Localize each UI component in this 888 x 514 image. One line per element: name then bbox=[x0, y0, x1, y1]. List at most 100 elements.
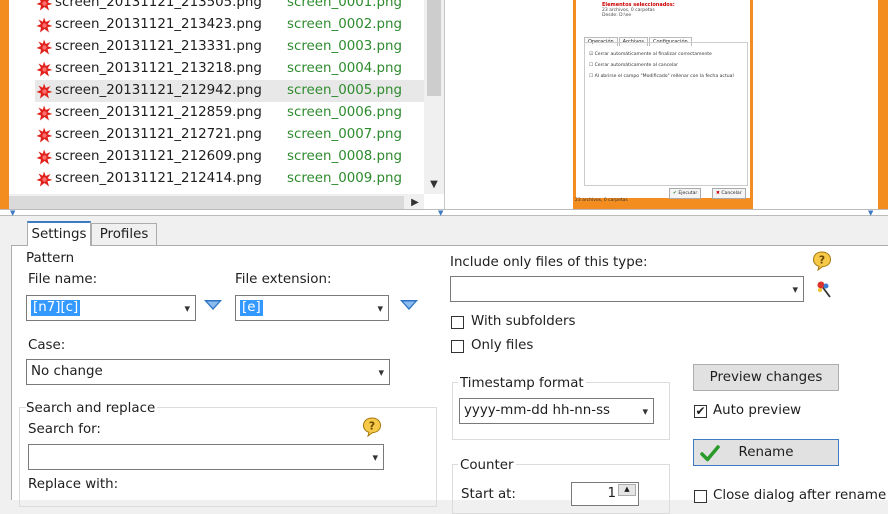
file-type-picker-icon[interactable] bbox=[815, 280, 835, 300]
only-files-checkbox[interactable] bbox=[451, 340, 464, 353]
insert-placeholder-dropdown-icon[interactable] bbox=[398, 298, 420, 312]
file-list-row[interactable]: screen_20131121_212859.png screen_0006.pn… bbox=[9, 102, 424, 124]
original-filename: screen_20131121_212859.png bbox=[35, 102, 278, 124]
new-filename: screen_0001.png bbox=[287, 0, 403, 10]
scroll-down-arrow-icon[interactable]: ▼ bbox=[424, 176, 444, 194]
search-replace-group-label: Search and replace bbox=[26, 401, 158, 416]
png-file-icon bbox=[36, 149, 53, 165]
counter-group-label: Counter bbox=[458, 458, 516, 473]
splitter-grip-icon: ▼ bbox=[438, 209, 444, 217]
chevron-down-icon[interactable]: ▾ bbox=[642, 405, 648, 418]
rename-button[interactable]: Rename bbox=[693, 439, 839, 466]
original-filename: screen_20131121_212942.png bbox=[35, 80, 278, 102]
thumb-ok-button: ✔ Ejecutar bbox=[669, 188, 702, 199]
original-filename: screen_20131121_212414.png bbox=[35, 168, 278, 190]
file-list-row[interactable]: screen_20131121_212721.png screen_0007.pn… bbox=[9, 124, 424, 146]
thumb-cancel-button: ✖ Cancelar bbox=[712, 188, 746, 199]
thumb-content: ☑ Cerrar automáticamente al finalizar co… bbox=[584, 42, 748, 186]
chevron-down-icon[interactable]: ▾ bbox=[792, 283, 798, 296]
file-list-row[interactable]: screen_20131121_213218.png screen_0004.pn… bbox=[9, 58, 424, 80]
original-filename: screen_20131121_213505.png bbox=[35, 0, 278, 14]
timestamp-group-label: Timestamp format bbox=[458, 376, 586, 391]
file-extension-label: File extension: bbox=[235, 272, 332, 287]
timestamp-format-value: yyyy-mm-dd hh-nn-ss bbox=[464, 403, 611, 418]
hscroll-thumb[interactable] bbox=[9, 196, 404, 210]
splitter-grip-icon: ▼ bbox=[10, 209, 16, 217]
file-extension-combobox[interactable]: [e] ▾ bbox=[235, 295, 389, 321]
vertical-scrollbar[interactable]: ▼ bbox=[424, 0, 444, 194]
thumb-line2: Desde: D:\ee bbox=[602, 13, 632, 18]
png-file-icon bbox=[36, 83, 53, 99]
start-at-spinner[interactable]: 1 ▲ bbox=[571, 482, 639, 506]
file-list[interactable]: screen_20131121_213505.png screen_0001.pn… bbox=[9, 0, 445, 212]
only-files-label: Only files bbox=[471, 338, 534, 353]
with-subfolders-label: With subfolders bbox=[471, 314, 576, 329]
file-list-row[interactable]: screen_20131121_212414.png screen_0009.pn… bbox=[9, 168, 424, 190]
file-list-row[interactable]: screen_20131121_213331.png screen_0003.pn… bbox=[9, 36, 424, 58]
thumb-option: ☐ Al abrirse el campo "Modificado" relle… bbox=[589, 74, 734, 79]
chevron-down-icon[interactable]: ▾ bbox=[377, 302, 383, 315]
rename-label: Rename bbox=[738, 445, 794, 460]
close-dialog-label: Close dialog after rename bbox=[713, 488, 887, 503]
start-at-value: 1 bbox=[607, 486, 616, 501]
case-label: Case: bbox=[28, 338, 66, 353]
screenshot-preview-thumbnail: Elementos seleccionados: 23 archivos, 0 … bbox=[573, 0, 753, 210]
with-subfolders-checkbox[interactable] bbox=[451, 316, 464, 329]
thumb-option: ☑ Cerrar automáticamente al finalizar co… bbox=[589, 52, 712, 57]
window-frame-right bbox=[878, 0, 888, 212]
new-filename: screen_0006.png bbox=[287, 105, 403, 120]
help-icon[interactable]: ? bbox=[812, 251, 832, 271]
chevron-down-icon[interactable]: ▾ bbox=[184, 302, 190, 315]
new-filename: screen_0007.png bbox=[287, 127, 403, 142]
preview-panel: Elementos seleccionados: 23 archivos, 0 … bbox=[445, 0, 878, 212]
new-filename: screen_0003.png bbox=[287, 39, 403, 54]
chevron-down-icon[interactable]: ▾ bbox=[378, 366, 384, 379]
spin-up-icon[interactable]: ▲ bbox=[618, 484, 636, 496]
file-list-row[interactable]: screen_20131121_213505.png screen_0001.pn… bbox=[9, 0, 424, 14]
pattern-group-label: Pattern bbox=[26, 251, 75, 266]
close-dialog-checkbox[interactable] bbox=[694, 490, 707, 503]
splitter-grip-icon: ▼ bbox=[868, 209, 874, 217]
auto-preview-checkbox[interactable]: ✔ bbox=[694, 405, 707, 418]
new-filename: screen_0008.png bbox=[287, 149, 403, 164]
new-filename: screen_0009.png bbox=[287, 171, 403, 186]
new-filename: screen_0004.png bbox=[287, 61, 403, 76]
file-list-row[interactable]: screen_20131121_212942.png screen_0005.pn… bbox=[9, 80, 424, 102]
include-files-combobox[interactable]: ▾ bbox=[450, 276, 804, 302]
png-file-icon bbox=[36, 61, 53, 77]
include-files-label: Include only files of this type: bbox=[450, 255, 648, 270]
file-name-label: File name: bbox=[28, 272, 98, 287]
auto-preview-label: Auto preview bbox=[713, 403, 802, 418]
panel-splitter[interactable]: ▼ ▼ ▼ bbox=[0, 209, 888, 217]
preview-changes-button[interactable]: Preview changes bbox=[693, 364, 839, 391]
svg-text:?: ? bbox=[369, 420, 375, 433]
png-file-icon bbox=[36, 17, 53, 33]
tab-settings[interactable]: Settings bbox=[27, 221, 91, 246]
png-file-icon bbox=[36, 171, 53, 187]
thumb-footer: 23 archivos, 0 carpetas bbox=[575, 198, 628, 203]
svg-text:?: ? bbox=[819, 254, 825, 267]
checkmark-icon bbox=[700, 445, 720, 462]
case-combobox[interactable]: No change ▾ bbox=[26, 359, 390, 385]
scroll-thumb[interactable] bbox=[427, 0, 441, 96]
chevron-down-icon[interactable]: ▾ bbox=[372, 451, 378, 464]
file-extension-value: [e] bbox=[240, 300, 263, 316]
insert-placeholder-dropdown-icon[interactable] bbox=[202, 298, 224, 312]
file-name-combobox[interactable]: [n7][c] ▾ bbox=[26, 295, 196, 321]
new-filename: screen_0002.png bbox=[287, 17, 403, 32]
file-list-row[interactable]: screen_20131121_213423.png screen_0002.pn… bbox=[9, 14, 424, 36]
thumb-option: ☐ Cerrar automáticamente al cancelar bbox=[589, 63, 678, 68]
file-name-value: [n7][c] bbox=[31, 300, 81, 316]
case-value: No change bbox=[31, 364, 103, 379]
file-list-row[interactable]: screen_20131121_212609.png screen_0008.pn… bbox=[9, 146, 424, 168]
png-file-icon bbox=[36, 39, 53, 55]
original-filename: screen_20131121_212609.png bbox=[35, 146, 278, 168]
original-filename: screen_20131121_213218.png bbox=[35, 58, 278, 80]
timestamp-format-combobox[interactable]: yyyy-mm-dd hh-nn-ss ▾ bbox=[459, 398, 654, 424]
original-filename: screen_20131121_212721.png bbox=[35, 124, 278, 146]
png-file-icon bbox=[36, 105, 53, 121]
tab-profiles[interactable]: Profiles bbox=[91, 223, 157, 245]
png-file-icon bbox=[36, 127, 53, 143]
help-icon[interactable]: ? bbox=[362, 417, 382, 437]
search-for-combobox[interactable]: ▾ bbox=[28, 444, 384, 470]
